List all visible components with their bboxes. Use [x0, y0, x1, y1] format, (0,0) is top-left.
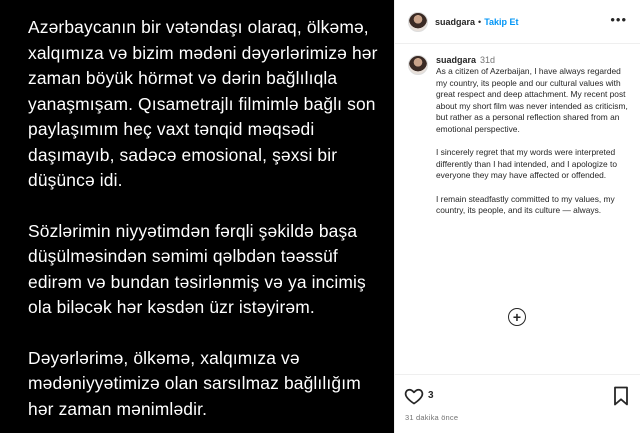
caption-head: suadgara 31d [436, 54, 632, 66]
post-text-paragraph: Azərbaycanın bir vətəndaşı olaraq, ölkəm… [28, 17, 378, 190]
avatar[interactable] [408, 11, 428, 32]
caption-paragraph: I sincerely regret that my words were in… [436, 147, 617, 181]
plus-symbol: + [512, 308, 522, 325]
like-count[interactable]: 3 [428, 390, 434, 401]
post-text-paragraph: Dəyərlərimə, ölkəmə, xalqımıza və mədəni… [28, 347, 361, 419]
caption-paragraph: I remain steadfastly committed to my val… [436, 193, 615, 216]
more-icon[interactable]: ••• [610, 13, 627, 26]
post-timestamp: 31 dakika önce [405, 413, 459, 422]
caption-paragraph: As a citizen of Azerbaijan, I have alway… [436, 66, 628, 134]
bookmark-icon[interactable] [613, 386, 629, 406]
separator-dot: • [478, 16, 482, 27]
post-text-paragraph: Sözlərimin niyyətimdən fərqli şəkildə ba… [28, 220, 366, 318]
post-header: suadgara • Takip Et ••• [395, 0, 640, 44]
caption: suadgara 31d As a citizen of Azerbaijan, … [408, 54, 636, 228]
heart-icon[interactable] [404, 386, 424, 406]
caption-avatar[interactable] [408, 55, 428, 75]
post-sidebar: suadgara • Takip Et ••• suadgara 31d As a… [394, 0, 640, 433]
caption-time: 31d [480, 55, 496, 65]
caption-body: suadgara 31d As a citizen of Azerbaijan, … [436, 54, 632, 228]
post-image: Azərbaycanın bir vətəndaşı olaraq, ölkəm… [0, 0, 394, 433]
action-bar: 3 31 dakika önce [395, 374, 640, 433]
plus-circle-icon[interactable]: + [508, 308, 526, 326]
header-username[interactable]: suadgara [435, 17, 475, 27]
caption-username[interactable]: suadgara [436, 55, 476, 65]
follow-button[interactable]: Takip Et [484, 17, 518, 27]
